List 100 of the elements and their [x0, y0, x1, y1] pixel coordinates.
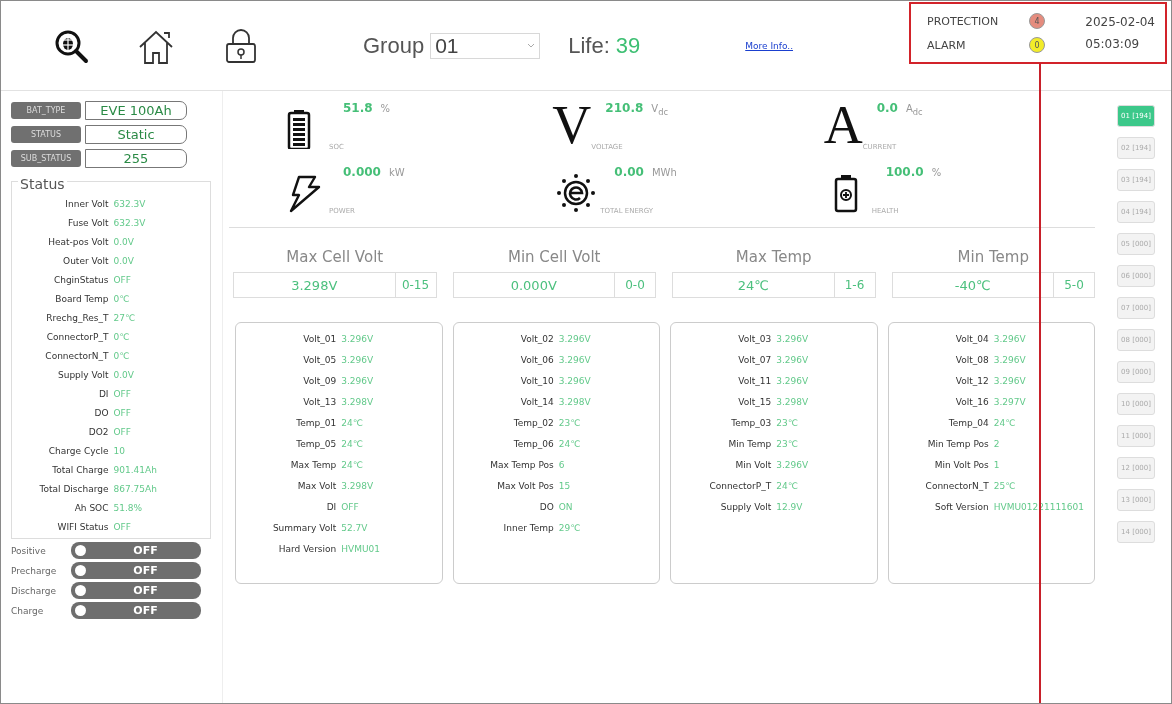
field-label: Outer Volt — [62, 255, 109, 268]
more-info-link[interactable]: More Info.. — [745, 40, 793, 51]
field-label: ChginStatus — [52, 274, 109, 287]
metric-unit: % — [380, 103, 391, 114]
field-value: 867.75Ah — [113, 483, 158, 496]
field-value: 25℃ — [993, 480, 1017, 493]
field-label: Volt_05 — [302, 354, 337, 367]
tag-label: BAT_TYPE — [11, 102, 81, 119]
group-dropdown[interactable]: 01 — [430, 32, 541, 59]
field-label: DI — [325, 501, 337, 514]
field-value: 6 — [558, 459, 566, 472]
field-label: Temp_03 — [730, 417, 772, 430]
field-value: 0.0V — [113, 255, 135, 268]
field-label: Soft Version — [934, 501, 989, 514]
toggle-switch[interactable]: OFF — [71, 542, 201, 559]
field-label: Volt_06 — [519, 354, 554, 367]
field-value: 3.298V — [558, 396, 592, 409]
field-value: 632.3V — [113, 217, 147, 230]
toggle-switch[interactable]: OFF — [71, 562, 201, 579]
field-label: Volt_02 — [519, 333, 554, 346]
field-value: 3.296V — [993, 375, 1027, 388]
tag-value: 255 — [85, 149, 187, 168]
field-label: Volt_01 — [302, 333, 337, 346]
extreme-value: 0.000V — [452, 272, 615, 298]
field-label: Temp_04 — [947, 417, 989, 430]
field-value: 3.296V — [993, 333, 1027, 346]
field-value: OFF — [113, 407, 132, 420]
field-value: 3.296V — [341, 333, 375, 346]
field-value: 10 — [113, 445, 126, 458]
indicator-dot: 0 — [1029, 37, 1045, 53]
extreme-title: Max Cell Volt — [285, 248, 385, 266]
field-value: 24℃ — [993, 417, 1017, 430]
field-label: Volt_08 — [954, 354, 989, 367]
status-title: Status — [18, 176, 67, 192]
field-label: Max Volt Pos — [496, 480, 554, 493]
field-value: 3.296V — [776, 354, 810, 367]
metric-unit: MWh — [651, 167, 677, 178]
metric-value: 0.00 — [614, 165, 644, 179]
field-label: Volt_10 — [519, 375, 554, 388]
tag-value: EVE 100Ah — [85, 101, 187, 120]
field-label: ConnectorP_T — [708, 480, 772, 493]
energy-icon — [556, 173, 597, 213]
unit-symbol: V — [552, 101, 592, 149]
field-value: 3.296V — [558, 333, 592, 346]
field-label: Temp_01 — [295, 417, 337, 430]
switch-label: Charge — [11, 605, 45, 616]
extreme-title: Min Cell Volt — [507, 248, 602, 266]
field-value: 901.41Ah — [113, 464, 158, 477]
field-value: 24℃ — [341, 459, 364, 472]
field-label: WIFI Status — [56, 521, 109, 534]
field-label: Volt_14 — [519, 396, 554, 409]
field-label: Board Temp — [54, 293, 109, 306]
extreme-position: 5-0 — [1054, 272, 1095, 298]
field-value: 0℃ — [113, 331, 131, 344]
field-value: OFF — [113, 274, 132, 287]
life-value: 39 — [615, 32, 641, 59]
field-label: Heat-pos Volt — [47, 236, 109, 249]
field-label: ConnectorN_T — [44, 350, 109, 363]
field-label: Inner Volt — [64, 198, 109, 211]
indicator-label: ALARM — [927, 38, 966, 52]
field-label: Supply Volt — [719, 501, 772, 514]
field-label: Inner Temp — [502, 522, 554, 535]
field-value: 0℃ — [113, 293, 131, 306]
life-label: Life: — [568, 32, 610, 59]
toggle-switch[interactable]: OFF — [71, 602, 201, 619]
extreme-value: 3.298V — [233, 272, 396, 298]
indicator-label: PROTECTION — [927, 14, 999, 28]
field-value: 0.0V — [113, 236, 135, 249]
extreme-position: 1-6 — [834, 272, 876, 298]
caret-icon — [527, 43, 536, 48]
field-label: Hard Version — [277, 543, 337, 556]
field-label: Volt_03 — [737, 333, 772, 346]
date-text: 2025-02-04 — [1085, 15, 1155, 29]
field-label: DI — [97, 388, 109, 401]
field-value: 24℃ — [341, 438, 364, 451]
field-value: 23℃ — [776, 417, 799, 430]
field-label: Volt_16 — [954, 396, 989, 409]
field-label: Volt_15 — [737, 396, 772, 409]
field-value: 23℃ — [558, 417, 582, 430]
toggle-switch[interactable]: OFF — [71, 582, 201, 599]
field-value: 3.296V — [776, 333, 810, 346]
field-value: 3.296V — [558, 354, 592, 367]
metric-value: 0.000 — [343, 165, 381, 179]
metric-unit: kW — [388, 167, 405, 178]
tag-value: Static — [85, 125, 187, 144]
field-value: 3.298V — [341, 480, 375, 493]
lock-icon[interactable] — [223, 27, 259, 64]
field-label: Volt_07 — [737, 354, 772, 367]
field-label: DO2 — [87, 426, 109, 439]
field-label: Summary Volt — [271, 522, 337, 535]
field-value: 51.8% — [113, 502, 144, 515]
field-value: 3.296V — [776, 459, 810, 472]
field-value: 12.9V — [776, 501, 804, 514]
field-value: 3.296V — [341, 354, 375, 367]
field-label: DO — [93, 407, 109, 420]
field-label: Volt_04 — [954, 333, 989, 346]
field-value: 24℃ — [558, 438, 582, 451]
field-label: Max Temp Pos — [489, 459, 554, 472]
field-value: OFF — [113, 388, 132, 401]
extreme-position: 0-15 — [395, 272, 437, 298]
